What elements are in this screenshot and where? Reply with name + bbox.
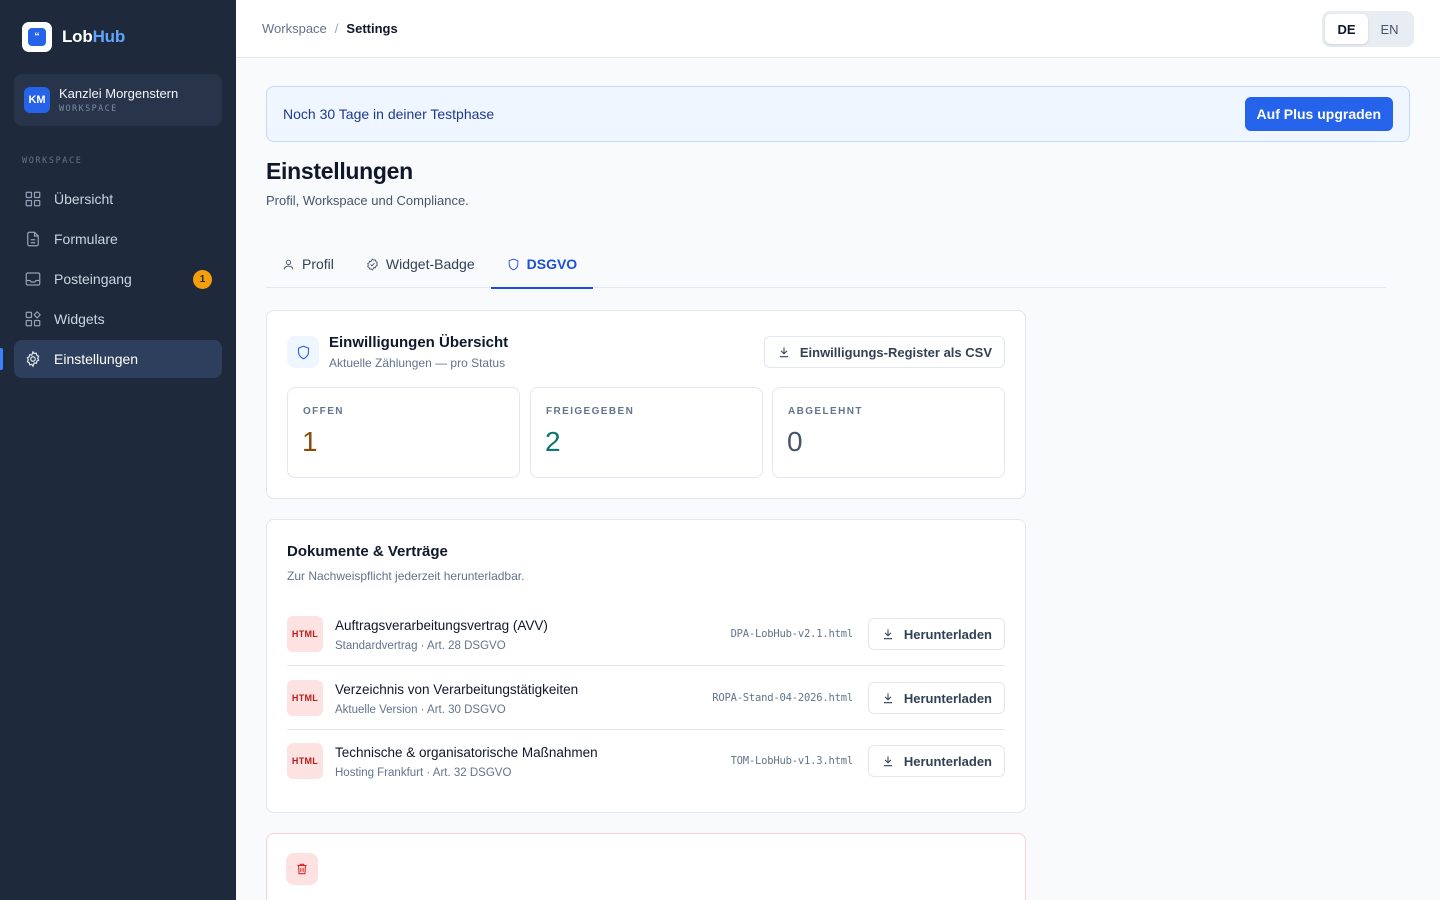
stat-value: 0 [787, 426, 803, 457]
sidebar-item-settings[interactable]: Einstellungen [0, 340, 222, 378]
stat-label: FREIGEGEBEN [546, 406, 635, 417]
document-name: Technische & organisatorische Maßnahmen [335, 745, 598, 760]
trial-banner: Noch 30 Tage in deiner Testphase Auf Plu… [266, 86, 1410, 142]
document-row: HTML Verzeichnis von Verarbeitungstätigk… [287, 667, 1005, 730]
brand-name-part2: Hub [92, 27, 126, 46]
download-icon [883, 756, 892, 767]
stat-value: 2 [545, 426, 561, 457]
settings-tabs: Profil Widget-Badge DSGVO [266, 240, 1386, 289]
html-file-icon: HTML [287, 680, 323, 716]
sidebar: “ LobHub KM Kanzlei Morgenstern WORKSPAC… [0, 0, 236, 900]
breadcrumb-current: Settings [346, 21, 398, 36]
breadcrumb: Workspace / Settings [262, 21, 398, 36]
html-file-icon: HTML [287, 616, 323, 652]
brand-name: LobHub [62, 27, 125, 47]
workspace-avatar: KM [24, 87, 50, 113]
page-subtitle: Profil, Workspace und Compliance. [266, 193, 469, 208]
export-csv-label: Einwilligungs-Register als CSV [799, 344, 992, 360]
download-button[interactable]: Herunterladen [867, 682, 1005, 714]
download-button[interactable]: Herunterladen [867, 618, 1005, 650]
gear-icon [26, 350, 40, 368]
stat-open: OFFEN 1 [287, 387, 520, 478]
inbox-icon [25, 272, 41, 286]
brand-name-part1: Lob [62, 27, 93, 46]
brand-logo-icon: “ [22, 22, 52, 52]
tab-widget-badge[interactable]: Widget-Badge [350, 240, 491, 288]
shield-icon [297, 345, 309, 359]
sidebar-item-forms[interactable]: Formulare [14, 220, 222, 258]
sidebar-item-label: Übersicht [54, 191, 114, 207]
consent-title: Einwilligungen Übersicht [329, 334, 509, 351]
sidebar-item-widgets[interactable]: Widgets [14, 300, 222, 338]
widgets-icon [25, 311, 41, 327]
download-icon [779, 347, 788, 358]
sidebar-nav: Übersicht Formulare Posteingang 1 Widget… [0, 180, 222, 380]
download-button[interactable]: Herunterladen [867, 745, 1005, 777]
trash-icon [297, 863, 307, 875]
sidebar-item-label: Posteingang [54, 271, 132, 287]
tab-dsgvo[interactable]: DSGVO [490, 240, 594, 289]
html-file-icon: HTML [287, 743, 323, 779]
documents-subtitle: Zur Nachweispflicht jederzeit herunterla… [287, 569, 525, 583]
document-meta: Hosting Frankfurt · Art. 32 DSGVO [335, 767, 512, 779]
export-csv-button[interactable]: Einwilligungs-Register als CSV [763, 336, 1005, 368]
breadcrumb-separator: / [334, 21, 339, 36]
document-filename: TOM-LobHub-v1.3.html [730, 755, 854, 767]
quote-icon: “ [28, 28, 46, 46]
trash-badge [286, 853, 318, 885]
badge-check-icon [367, 257, 378, 271]
download-icon [883, 693, 892, 704]
document-filename: DPA-LobHub-v2.1.html [730, 628, 854, 640]
document-meta: Standardvertrag · Art. 28 DSGVO [335, 640, 506, 652]
document-name: Auftragsverarbeitungsvertrag (AVV) [335, 618, 548, 633]
document-row: HTML Technische & organisatorische Maßna… [287, 730, 1005, 793]
consent-subtitle: Aktuelle Zählungen — pro Status [329, 356, 506, 370]
stat-label: ABGELEHNT [788, 406, 863, 417]
inbox-count-badge: 1 [193, 269, 212, 289]
shield-badge [287, 336, 319, 368]
tab-label: Widget-Badge [385, 256, 475, 272]
download-label: Herunterladen [903, 753, 992, 769]
brand[interactable]: “ LobHub [22, 22, 125, 52]
download-icon [883, 629, 892, 640]
document-name: Verzeichnis von Verarbeitungstätigkeiten [335, 682, 579, 697]
sidebar-item-label: Einstellungen [54, 351, 139, 367]
tab-label: DSGVO [526, 256, 578, 272]
language-toggle: DE EN [1322, 11, 1414, 47]
download-label: Herunterladen [903, 690, 992, 706]
documents-title: Dokumente & Verträge [287, 543, 448, 560]
lang-de-button[interactable]: DE [1325, 14, 1368, 44]
sidebar-item-label: Widgets [54, 311, 105, 327]
tab-profile[interactable]: Profil [266, 240, 350, 288]
page-title: Einstellungen [266, 158, 413, 184]
documents-card: Dokumente & Verträge Zur Nachweispflicht… [266, 519, 1026, 813]
download-label: Herunterladen [903, 626, 992, 642]
document-row: HTML Auftragsverarbeitungsvertrag (AVV) … [287, 603, 1005, 666]
sidebar-item-label: Formulare [54, 231, 118, 247]
topbar: Workspace / Settings DE EN [236, 0, 1440, 58]
lang-en-button[interactable]: EN [1368, 14, 1411, 44]
stat-label: OFFEN [303, 406, 344, 417]
shield-icon [508, 258, 518, 270]
workspace-switcher[interactable]: KM Kanzlei Morgenstern WORKSPACE [14, 74, 222, 126]
workspace-label: WORKSPACE [59, 104, 118, 114]
delete-data-card [266, 833, 1026, 900]
sidebar-item-inbox[interactable]: Posteingang 1 [14, 260, 222, 298]
consent-overview-card: Einwilligungen Übersicht Aktuelle Zählun… [266, 310, 1026, 499]
stat-value: 1 [302, 426, 318, 457]
breadcrumb-workspace[interactable]: Workspace [262, 21, 327, 36]
upgrade-button[interactable]: Auf Plus upgraden [1244, 97, 1393, 131]
document-icon [27, 231, 39, 247]
document-meta: Aktuelle Version · Art. 30 DSGVO [335, 704, 506, 716]
document-filename: ROPA-Stand-04-2026.html [712, 692, 853, 704]
grid-icon [25, 191, 41, 207]
stat-approved: FREIGEGEBEN 2 [530, 387, 763, 478]
workspace-name: Kanzlei Morgenstern [59, 86, 179, 101]
tab-label: Profil [302, 256, 334, 272]
user-icon [283, 259, 294, 269]
nav-section-label: WORKSPACE [22, 156, 83, 166]
trial-text: Noch 30 Tage in deiner Testphase [283, 106, 495, 122]
stat-rejected: ABGELEHNT 0 [772, 387, 1005, 478]
sidebar-item-overview[interactable]: Übersicht [14, 180, 222, 218]
